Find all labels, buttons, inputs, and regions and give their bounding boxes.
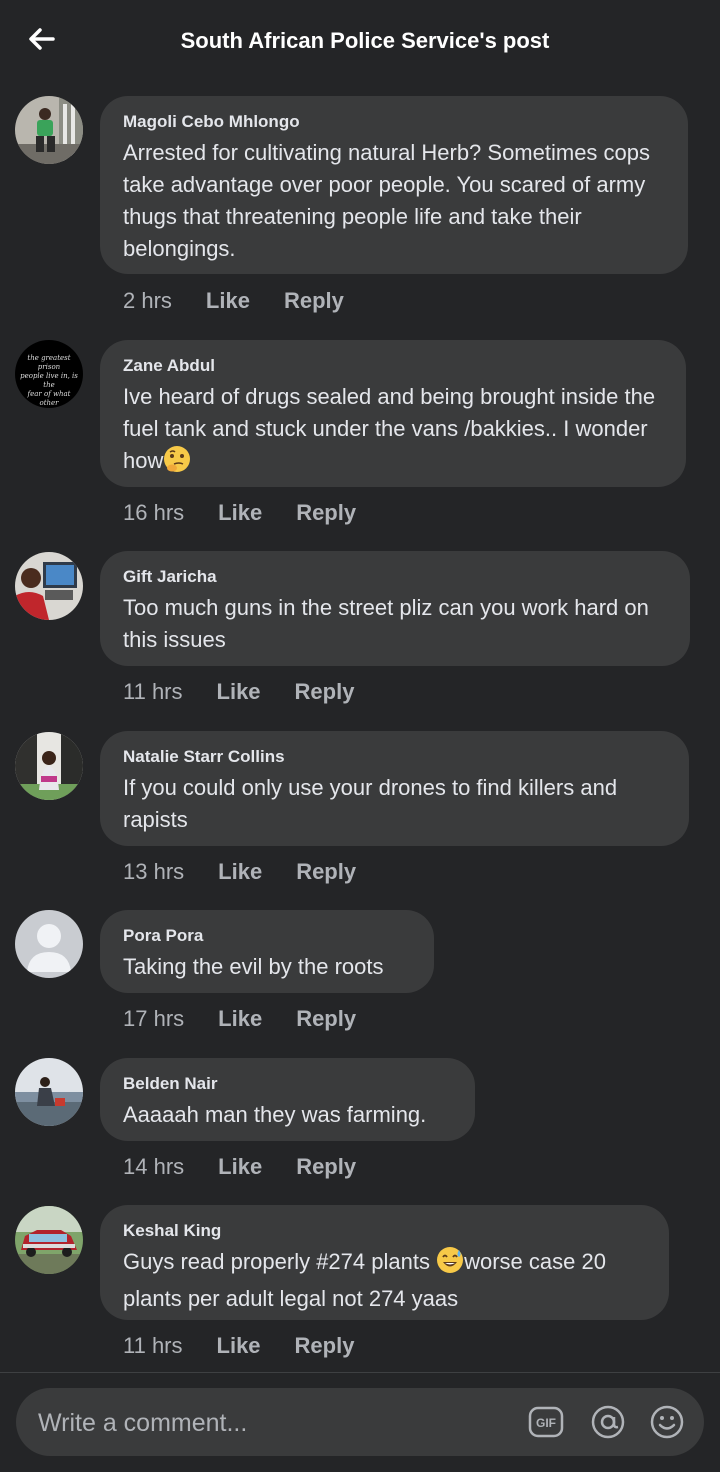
- comment-author[interactable]: Zane Abdul: [123, 356, 663, 376]
- comment-actions: 17 hrs Like Reply: [123, 1006, 356, 1032]
- comment-actions: 11 hrs Like Reply: [123, 679, 354, 705]
- comment-text: Arrested for cultivating natural Herb? S…: [123, 140, 651, 261]
- grinning-sweat-emoji: [436, 1246, 464, 1283]
- comment-text: Too much guns in the street pliz can you…: [123, 595, 649, 652]
- comment-author[interactable]: Natalie Starr Collins: [123, 747, 666, 767]
- avatar[interactable]: [15, 552, 83, 620]
- thinking-face-emoji: [163, 445, 191, 482]
- comment-text: Ive heard of drugs sealed and being brou…: [123, 384, 656, 473]
- comment-author[interactable]: Magoli Cebo Mhlongo: [123, 112, 665, 132]
- comment-author[interactable]: Gift Jaricha: [123, 567, 667, 587]
- comment-text-part: Guys read properly #274 plants: [123, 1249, 437, 1274]
- comment-bubble: Belden Nair Aaaaah man they was farming.: [100, 1058, 475, 1141]
- comment-actions: 16 hrs Like Reply: [123, 500, 356, 526]
- avatar[interactable]: [15, 1206, 83, 1274]
- comment-composer: GIF: [16, 1388, 704, 1458]
- comment-actions: 14 hrs Like Reply: [123, 1154, 356, 1180]
- avatar[interactable]: [15, 96, 83, 164]
- comment-time: 16 hrs: [123, 500, 185, 525]
- comment-author[interactable]: Keshal King: [123, 1221, 646, 1241]
- avatar[interactable]: [15, 732, 83, 800]
- avatar-photo: [15, 1206, 83, 1274]
- svg-text:GIF: GIF: [536, 1416, 556, 1430]
- comment-bubble: Gift Jaricha Too much guns in the street…: [100, 551, 690, 666]
- comment-text: Taking the evil by the roots: [123, 954, 384, 979]
- gif-icon[interactable]: GIF: [528, 1404, 564, 1440]
- emoji-icon[interactable]: [649, 1404, 685, 1440]
- reply-button[interactable]: Reply: [296, 1154, 356, 1180]
- comment-author[interactable]: Belden Nair: [123, 1074, 452, 1094]
- default-avatar-icon: [15, 910, 83, 978]
- comment-time: 13 hrs: [123, 859, 185, 884]
- avatar-photo: [15, 96, 83, 164]
- comment-time: 11 hrs: [123, 679, 183, 704]
- reply-button[interactable]: Reply: [284, 288, 344, 314]
- like-button[interactable]: Like: [218, 1154, 262, 1180]
- avatar-quote-text: the greatest prison people live in, is th…: [20, 354, 78, 407]
- reply-button[interactable]: Reply: [296, 500, 356, 526]
- comment-bubble: Pora Pora Taking the evil by the roots: [100, 910, 434, 993]
- composer-divider: [0, 1372, 720, 1373]
- reply-button[interactable]: Reply: [295, 679, 355, 705]
- page-title: South African Police Service's post: [180, 28, 550, 53]
- comment-time: 2 hrs: [123, 288, 172, 313]
- comment-text-wrap: Guys read properly #274 plants worse cas…: [123, 1246, 646, 1315]
- like-button[interactable]: Like: [218, 1006, 262, 1032]
- avatar-photo: [15, 1058, 83, 1126]
- header: South African Police Service's post: [0, 0, 720, 84]
- comment-text: If you could only use your drones to fin…: [123, 775, 618, 832]
- comment-author[interactable]: Pora Pora: [123, 926, 411, 946]
- avatar-photo: [15, 552, 83, 620]
- comment-bubble: Magoli Cebo Mhlongo Arrested for cultiva…: [100, 96, 688, 274]
- like-button[interactable]: Like: [217, 679, 261, 705]
- comment-time: 11 hrs: [123, 1333, 183, 1358]
- comment-bubble: Natalie Starr Collins If you could only …: [100, 731, 689, 846]
- reply-button[interactable]: Reply: [296, 1006, 356, 1032]
- comment-actions: 2 hrs Like Reply: [123, 288, 344, 314]
- mention-icon[interactable]: [590, 1404, 626, 1440]
- avatar[interactable]: [15, 1058, 83, 1126]
- avatar-photo: [15, 732, 83, 800]
- reply-button[interactable]: Reply: [296, 859, 356, 885]
- like-button[interactable]: Like: [206, 288, 250, 314]
- comment-bubble: Keshal King Guys read properly #274 plan…: [100, 1205, 669, 1320]
- avatar[interactable]: [15, 910, 83, 978]
- comment-actions: 13 hrs Like Reply: [123, 859, 356, 885]
- comment-time: 17 hrs: [123, 1006, 185, 1031]
- like-button[interactable]: Like: [218, 500, 262, 526]
- comment-time: 14 hrs: [123, 1154, 185, 1179]
- comment-text-wrap: Ive heard of drugs sealed and being brou…: [123, 381, 663, 482]
- like-button[interactable]: Like: [218, 859, 262, 885]
- avatar[interactable]: the greatest prison people live in, is th…: [15, 340, 83, 408]
- reply-button[interactable]: Reply: [295, 1333, 355, 1359]
- comment-text: Aaaaah man they was farming.: [123, 1102, 427, 1127]
- post-comments-screen: South African Police Service's post Mago…: [0, 0, 720, 1472]
- comment-actions: 11 hrs Like Reply: [123, 1333, 354, 1359]
- like-button[interactable]: Like: [217, 1333, 261, 1359]
- comment-input[interactable]: [36, 1388, 520, 1458]
- comment-bubble: Zane Abdul Ive heard of drugs sealed and…: [100, 340, 686, 487]
